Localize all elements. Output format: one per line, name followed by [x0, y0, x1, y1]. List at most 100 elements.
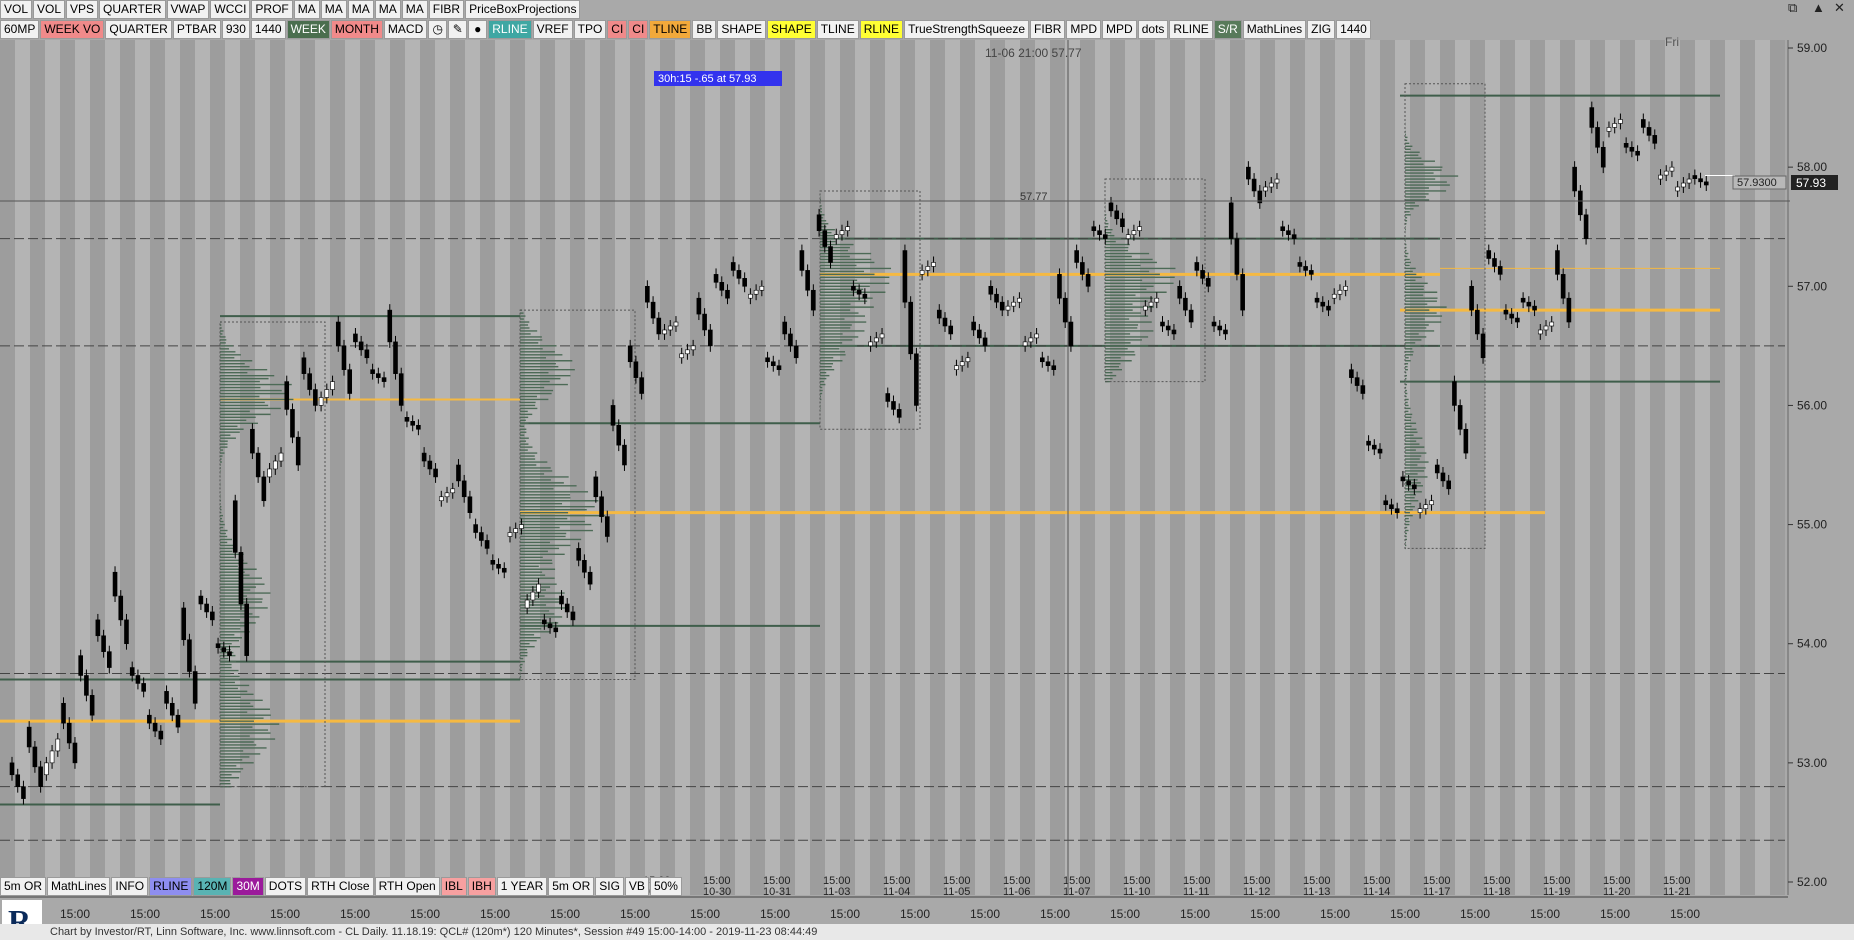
candle-body — [1549, 321, 1555, 327]
candle-body — [301, 357, 307, 374]
toolbar-button-5m-or[interactable]: 5m OR — [548, 877, 595, 896]
candle-body — [1663, 170, 1669, 176]
toolbar-button-s-r[interactable]: S/R — [1213, 20, 1242, 39]
session-band — [345, 40, 360, 895]
candle-body — [1228, 202, 1234, 239]
toolbar-button-week-vo[interactable]: WEEK VO — [40, 20, 105, 39]
x-date-label: 11-12 — [1243, 886, 1270, 898]
toolbar-button-vps[interactable]: VPS — [66, 0, 99, 19]
candle-body — [765, 357, 770, 363]
toolbar-button-info[interactable]: INFO — [111, 877, 149, 896]
price-chart[interactable]: 52.00 53.00 54.00 55.00 56.00 57.00 58.00 59.00… — [0, 0, 1854, 924]
toolbar-button-rline[interactable]: RLINE — [488, 20, 532, 39]
toolbar-button-priceboxprojections[interactable]: PriceBoxProjections — [465, 0, 581, 19]
toolbar-button-vref[interactable]: VREF — [532, 20, 573, 39]
toolbar-button-ma[interactable]: MA — [374, 0, 401, 19]
candle-body — [1389, 504, 1394, 509]
toolbar-button-rth-close[interactable]: RTH Close — [307, 877, 374, 896]
toolbar-button-ibh[interactable]: IBH — [467, 877, 496, 896]
candle-body — [1200, 270, 1205, 279]
toolbar-button-ci[interactable]: CI — [628, 20, 649, 39]
session-band — [1575, 40, 1590, 895]
toolbar-button-rline[interactable]: RLINE — [859, 20, 904, 39]
last-price: 57.93 — [1796, 176, 1826, 190]
session-band — [1755, 40, 1770, 895]
toolbar-button-week[interactable]: WEEK — [286, 20, 330, 39]
toolbar-button-ma[interactable]: MA — [401, 0, 428, 19]
toolbar-button-fibr[interactable]: FIBR — [428, 0, 465, 19]
toolbar-button-month[interactable]: MONTH — [330, 20, 383, 39]
toolbar-button-tpo[interactable]: TPO — [573, 20, 607, 39]
candle-body — [936, 309, 942, 319]
toolbar-button-shape[interactable]: SHAPE — [717, 20, 767, 39]
toolbar-button-mpd[interactable]: MPD — [1102, 20, 1137, 39]
candle-body — [679, 353, 684, 359]
toolbar-button-ibl[interactable]: IBL — [440, 877, 467, 896]
toolbar-button-30m[interactable]: 30M — [232, 877, 264, 896]
session-band — [1650, 40, 1665, 895]
toolbar-button-quarter[interactable]: QUARTER — [105, 20, 172, 39]
toolbar-button-vb[interactable]: VB — [624, 877, 649, 896]
toolbar-button-ma[interactable]: MA — [293, 0, 320, 19]
toolbar-button-ma[interactable]: MA — [347, 0, 374, 19]
candle-body — [169, 702, 175, 716]
toolbar-button-50-[interactable]: 50% — [649, 877, 682, 896]
toolbar-button-rth-open[interactable]: RTH Open — [374, 877, 440, 896]
session-band — [960, 40, 975, 895]
toolbar-button-tline[interactable]: TLINE — [649, 20, 692, 39]
toolbar-button-vol[interactable]: VOL — [0, 0, 33, 19]
candle-body — [1600, 146, 1606, 168]
toolbar-button-sig[interactable]: SIG — [595, 877, 624, 896]
toolbar-button-vwap[interactable]: VWAP — [166, 0, 210, 19]
toolbar-button-dots[interactable]: dots — [1137, 20, 1169, 39]
session-band — [855, 40, 870, 895]
session-band — [1440, 40, 1455, 895]
toolbar-button-zig[interactable]: ZIG — [1307, 20, 1336, 39]
toolbar-button-rline[interactable]: RLINE — [149, 877, 193, 896]
droplet-icon[interactable]: ● — [468, 20, 488, 39]
toolbar-button-mpd[interactable]: MPD — [1066, 20, 1102, 39]
candle-body — [1440, 472, 1446, 482]
toolbar-button-5m-or[interactable]: 5m OR — [0, 877, 47, 896]
toolbar-button-quarter[interactable]: QUARTER — [99, 0, 166, 19]
toolbar-button-rline[interactable]: RLINE — [1169, 20, 1213, 39]
toolbar-button-60mp[interactable]: 60MP — [0, 20, 40, 39]
x-time-label: 15:00 — [60, 907, 90, 921]
toolbar-button-120m[interactable]: 120M — [193, 877, 232, 896]
candle-body — [232, 500, 238, 553]
toolbar-button-shape[interactable]: SHAPE — [767, 20, 816, 39]
toolbar-button-truestrengthsqueeze[interactable]: TrueStrengthSqueeze — [904, 20, 1030, 39]
toolbar-button-ma[interactable]: MA — [320, 0, 347, 19]
toolbar-button-1-year[interactable]: 1 YEAR — [496, 877, 548, 896]
x-date-label: 11-11 — [1183, 886, 1210, 898]
toolbar-button-macd[interactable]: MACD — [383, 20, 428, 39]
toolbar-button-ptbar[interactable]: PTBAR — [172, 20, 221, 39]
toolbar-button-mathlines[interactable]: MathLines — [47, 877, 111, 896]
toolbar-button-ci[interactable]: CI — [607, 20, 628, 39]
toolbar-button-bb[interactable]: BB — [692, 20, 717, 39]
toolbar-button-wcci[interactable]: WCCI — [210, 0, 251, 19]
toolbar-button-dots[interactable]: DOTS — [264, 877, 307, 896]
candle-body — [450, 488, 456, 494]
candle-body — [1412, 484, 1417, 490]
candle-body — [1583, 214, 1589, 239]
pen-icon[interactable]: ✎ — [448, 20, 468, 39]
toolbar-button-1440[interactable]: 1440 — [250, 20, 286, 39]
toolbar-button-mathlines[interactable]: MathLines — [1242, 20, 1307, 39]
candle-body — [479, 532, 484, 541]
toolbar-button-1440[interactable]: 1440 — [1336, 20, 1371, 39]
x-time-label: 15:00 — [1530, 907, 1560, 921]
toolbar-button-prof[interactable]: PROF — [251, 0, 293, 19]
toolbar-button-fibr[interactable]: FIBR — [1030, 20, 1066, 39]
candle-body — [135, 675, 141, 684]
candle-body — [742, 278, 747, 287]
candle-body — [1652, 135, 1658, 144]
toolbar-button-vol[interactable]: VOL — [33, 0, 66, 19]
candle-body — [112, 571, 118, 597]
session-band — [1545, 40, 1560, 895]
clock-icon[interactable]: ◷ — [428, 20, 448, 39]
candle-body — [72, 742, 78, 764]
toolbar-button-tline[interactable]: TLINE — [816, 20, 859, 39]
session-band — [195, 40, 210, 895]
toolbar-button-930[interactable]: 930 — [221, 20, 250, 39]
